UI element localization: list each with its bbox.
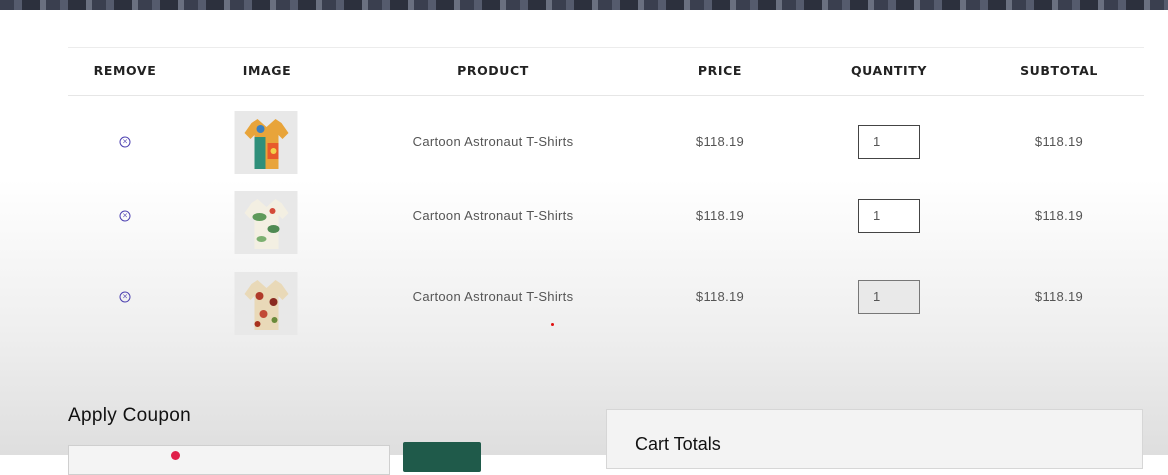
shirt-icon [244,118,288,169]
product-subtotal: $118.19 [1034,134,1084,149]
product-subtotal: $118.19 [1034,208,1084,223]
notification-dot [171,451,180,460]
header-remove: REMOVE [93,63,157,78]
remove-icon[interactable]: × [119,210,131,222]
product-image[interactable] [234,111,298,174]
cart-totals-panel: Cart Totals [606,409,1143,469]
top-banner-image [0,0,1168,10]
cart-table: REMOVE IMAGE PRODUCT PRICE QUANTITY SUBT… [68,47,1144,336]
product-name[interactable]: Cartoon Astronaut T-Shirts [413,289,574,304]
product-price: $118.19 [695,208,745,223]
table-row: × Cartoon Astronaut T-Shirts $118.19 1 $… [68,256,1144,336]
header-product: PRODUCT [457,63,529,78]
product-price: $118.19 [695,289,745,304]
table-row: × Cartoon Astronaut T-Shirts $118.19 1 $… [68,96,1144,176]
product-subtotal: $118.19 [1034,289,1084,304]
shirt-icon [244,198,288,249]
product-name[interactable]: Cartoon Astronaut T-Shirts [413,208,574,223]
cart-totals-title: Cart Totals [635,434,721,454]
quantity-input[interactable]: 1 [858,199,920,233]
header-subtotal: SUBTOTAL [1020,63,1098,78]
product-image[interactable] [234,272,298,335]
header-image: IMAGE [242,63,292,78]
remove-icon[interactable]: × [119,136,131,148]
marker-dot [551,323,554,326]
table-header: REMOVE IMAGE PRODUCT PRICE QUANTITY SUBT… [68,47,1144,96]
product-image[interactable] [234,191,298,254]
coupon-code-input[interactable] [68,445,390,475]
apply-coupon-title: Apply Coupon [68,405,191,426]
header-price: PRICE [697,63,743,78]
header-quantity: QUANTITY [850,63,928,78]
product-name[interactable]: Cartoon Astronaut T-Shirts [413,134,574,149]
apply-coupon-button[interactable] [403,442,481,472]
shirt-icon [244,279,288,330]
remove-icon[interactable]: × [119,291,131,303]
product-price: $118.19 [695,134,745,149]
quantity-input[interactable]: 1 [858,125,920,159]
table-row: × Cartoon Astronaut T-Shirts $118.19 1 $… [68,176,1144,256]
quantity-input[interactable]: 1 [858,280,920,314]
